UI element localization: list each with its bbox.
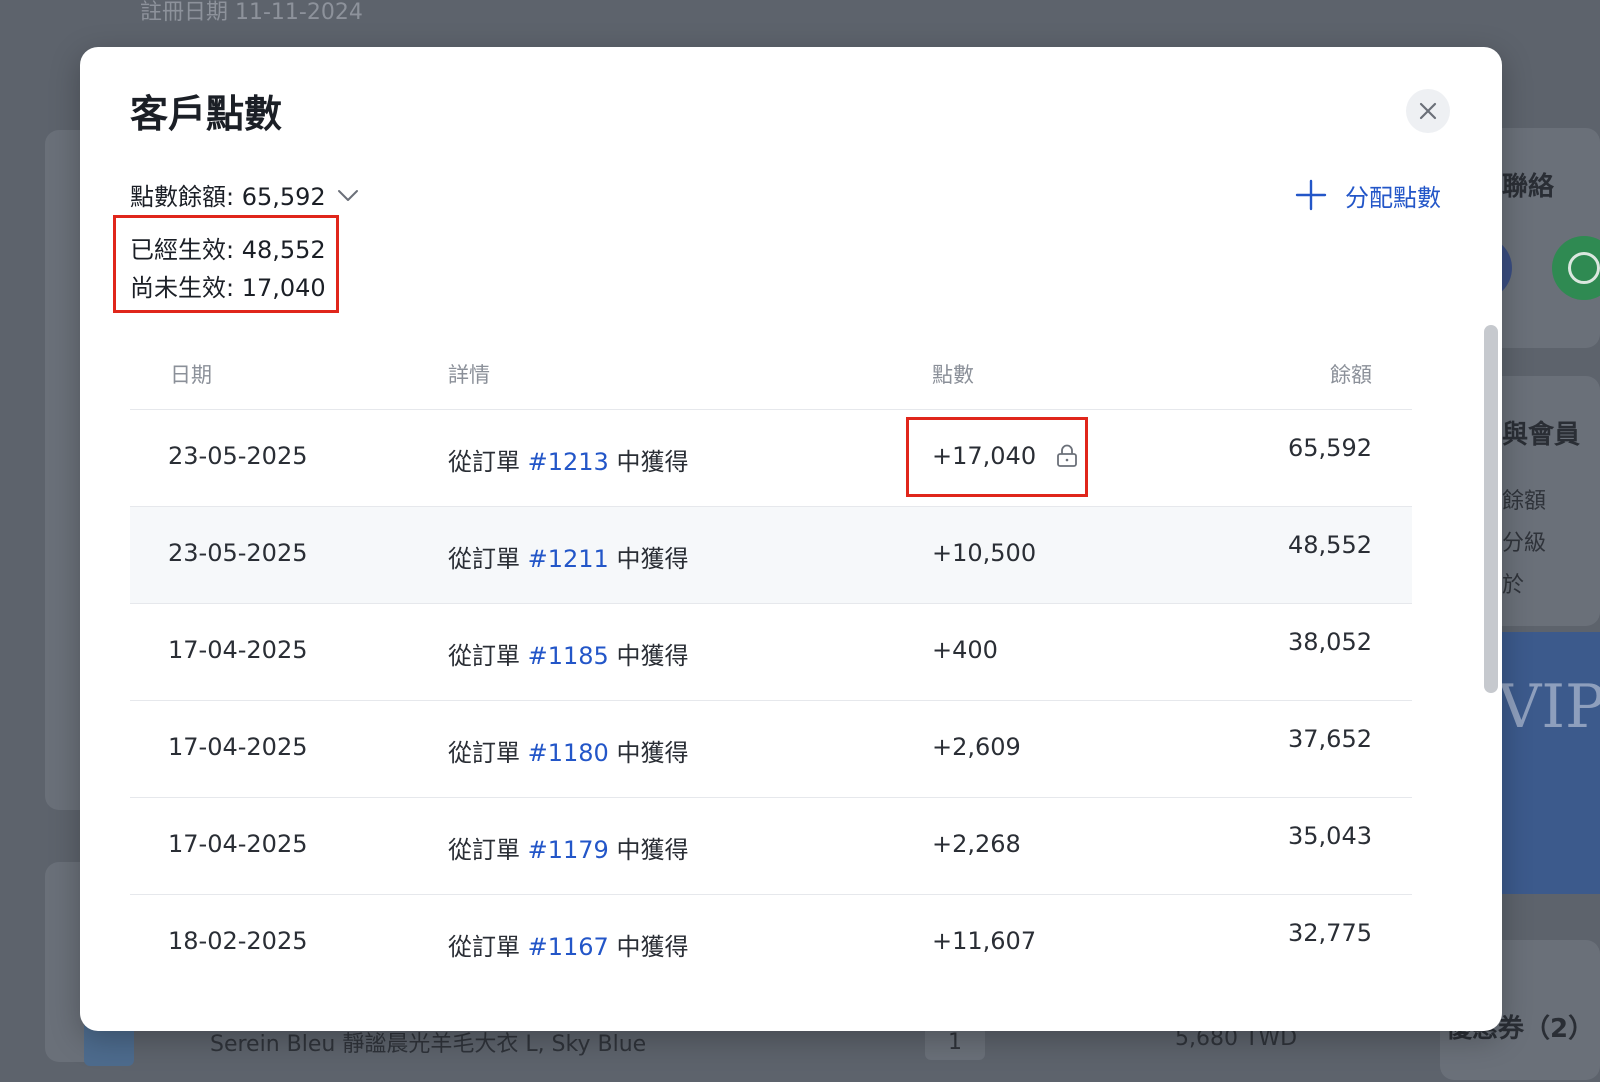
table-row: 23-05-2025 從訂單 #1213 中獲得 +17,040 65,592	[130, 410, 1412, 507]
membership-item: 分級	[1502, 531, 1547, 556]
vip-label: VIP	[1498, 672, 1600, 742]
header-detail: 詳情	[448, 363, 490, 387]
modal-title: 客戶點數	[130, 92, 283, 136]
order-link[interactable]: #1167	[528, 933, 609, 961]
row-detail: 從訂單 #1180 中獲得	[448, 739, 689, 767]
product-qty: 1	[925, 1026, 985, 1060]
order-link[interactable]: #1213	[528, 448, 609, 476]
row-date: 17-04-2025	[168, 733, 308, 761]
row-detail: 從訂單 #1167 中獲得	[448, 933, 689, 961]
row-detail: 從訂單 #1179 中獲得	[448, 836, 689, 864]
table-row: 17-04-2025 從訂單 #1185 中獲得 +400 38,052	[130, 604, 1412, 701]
close-icon	[1419, 102, 1437, 120]
order-link[interactable]: #1211	[528, 545, 609, 573]
row-date: 23-05-2025	[168, 539, 308, 567]
row-balance: 38,052	[1288, 628, 1372, 656]
chevron-down-icon	[337, 189, 358, 201]
row-points: +400	[932, 636, 998, 664]
table-row: 17-04-2025 從訂單 #1180 中獲得 +2,609 37,652	[130, 701, 1412, 798]
assign-points-label: 分配點數	[1345, 183, 1441, 212]
plus-icon	[1295, 179, 1327, 211]
header-date: 日期	[170, 363, 212, 387]
row-points: +2,268	[932, 830, 1021, 858]
table-row: 17-04-2025 從訂單 #1179 中獲得 +2,268 35,043	[130, 798, 1412, 895]
table-header: 日期 詳情 點數 餘額	[130, 337, 1412, 410]
row-detail: 從訂單 #1185 中獲得	[448, 642, 689, 670]
row-date: 18-02-2025	[168, 927, 308, 955]
row-balance: 65,592	[1288, 434, 1372, 462]
row-points: +2,609	[932, 733, 1021, 761]
contact-heading: 聯絡	[1502, 172, 1555, 202]
pending-points: 尚未生效: 17,040	[130, 274, 326, 302]
points-balance-toggle[interactable]: 點數餘額: 65,592	[130, 177, 360, 212]
close-button[interactable]	[1406, 89, 1450, 133]
points-balance: 點數餘額: 65,592	[130, 183, 326, 211]
membership-item: 於	[1502, 573, 1525, 598]
scrollbar[interactable]	[1484, 325, 1498, 693]
header-balance: 餘額	[1330, 363, 1372, 387]
row-balance: 35,043	[1288, 822, 1372, 850]
membership-heading: 與會員	[1502, 420, 1581, 450]
effective-points: 已經生效: 48,552	[130, 236, 326, 264]
customer-points-modal: 客戶點數 點數餘額: 65,592 已經生效: 48,552 尚未生效: 17,…	[80, 47, 1502, 1031]
order-link[interactable]: #1180	[528, 739, 609, 767]
table-row: 18-02-2025 從訂單 #1167 中獲得 +11,607 32,775	[130, 895, 1412, 991]
row-date: 17-04-2025	[168, 636, 308, 664]
order-link[interactable]: #1179	[528, 836, 609, 864]
row-detail: 從訂單 #1213 中獲得	[448, 448, 689, 476]
row-balance: 48,552	[1288, 531, 1372, 559]
row-balance: 37,652	[1288, 725, 1372, 753]
row-balance: 32,775	[1288, 919, 1372, 947]
registration-date: 註冊日期 11-11-2024	[140, 0, 363, 25]
points-history-table: 日期 詳情 點數 餘額 23-05-2025 從訂單 #1213 中獲得 +17…	[130, 337, 1412, 991]
order-link[interactable]: #1185	[528, 642, 609, 670]
row-detail: 從訂單 #1211 中獲得	[448, 545, 689, 573]
membership-item: 餘額	[1502, 489, 1547, 514]
header-points: 點數	[932, 363, 974, 387]
table-row: 23-05-2025 從訂單 #1211 中獲得 +10,500 48,552	[130, 507, 1412, 604]
row-points: +11,607	[932, 927, 1037, 955]
assign-points-button[interactable]: 分配點數	[1295, 175, 1441, 215]
points-highlight-box	[906, 417, 1088, 497]
row-date: 17-04-2025	[168, 830, 308, 858]
row-points: +10,500	[932, 539, 1037, 567]
row-date: 23-05-2025	[168, 442, 308, 470]
